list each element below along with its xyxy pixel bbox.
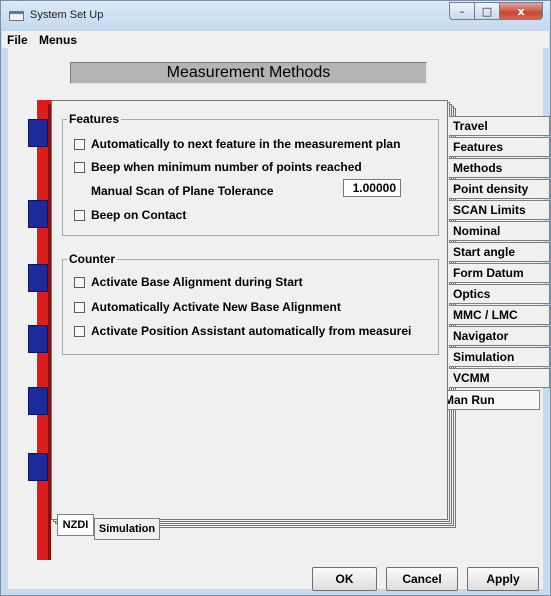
close-button[interactable]: x — [500, 2, 543, 20]
tab-form-datum[interactable]: Form Datum — [449, 263, 550, 283]
binder-ring-icon — [28, 387, 48, 415]
beep-contact-option[interactable]: Beep on Contact — [74, 208, 186, 222]
counter-group: Counter Activate Base Alignment during S… — [62, 252, 439, 355]
manual-scan-label: Manual Scan of Plane Tolerance — [91, 184, 274, 198]
counter-group-title: Counter — [67, 252, 117, 266]
tab-man-run[interactable]: Man Run — [439, 390, 540, 410]
manual-scan-tolerance-input[interactable]: 1.00000 — [343, 179, 401, 197]
beep-min-points-label: Beep when minimum number of points reach… — [91, 160, 362, 174]
tab-features[interactable]: Features — [449, 137, 550, 157]
tab-methods[interactable]: Methods — [449, 158, 550, 178]
minimize-button[interactable]: – — [449, 2, 475, 20]
binder-ring-icon — [28, 453, 48, 481]
beep-contact-label: Beep on Contact — [91, 208, 187, 222]
auto-new-base-option[interactable]: Automatically Activate New Base Alignmen… — [74, 300, 341, 314]
binder-ring-icon — [28, 264, 48, 292]
auto-next-checkbox[interactable] — [74, 138, 85, 150]
page-title: Measurement Methods — [70, 62, 427, 84]
features-group: Features Automatically to next feature i… — [62, 112, 439, 236]
position-assistant-option[interactable]: Activate Position Assistant automaticall… — [74, 324, 429, 338]
position-assistant-checkbox[interactable] — [74, 325, 85, 337]
auto-next-option[interactable]: Automatically to next feature in the mea… — [74, 137, 400, 151]
base-align-start-checkbox[interactable] — [74, 276, 85, 288]
tab-nzdi[interactable]: NZDI — [57, 514, 94, 536]
binder-ring-icon — [28, 325, 48, 353]
features-group-title: Features — [67, 112, 122, 126]
tab-start-angle[interactable]: Start angle — [449, 242, 550, 262]
window-controls: – □ x — [449, 2, 543, 20]
tab-navigator[interactable]: Navigator — [449, 326, 550, 346]
tab-mmc-lmc[interactable]: MMC / LMC — [449, 305, 550, 325]
tab-point-density[interactable]: Point density — [449, 179, 550, 199]
binder-ring-icon — [28, 119, 48, 147]
auto-new-base-label: Automatically Activate New Base Alignmen… — [91, 300, 341, 314]
tab-simulation[interactable]: Simulation — [449, 347, 550, 367]
tab-vcmm[interactable]: VCMM — [449, 368, 550, 388]
tab-scan-limits[interactable]: SCAN Limits — [449, 200, 550, 220]
dialog-client-area: Measurement Methods Travel Features Meth… — [8, 48, 550, 591]
base-align-start-label: Activate Base Alignment during Start — [91, 275, 303, 289]
window-icon — [9, 11, 24, 21]
binder-ring-icon — [28, 200, 48, 228]
tab-travel[interactable]: Travel — [449, 116, 550, 136]
cancel-button[interactable]: Cancel — [386, 567, 458, 591]
beep-min-points-checkbox[interactable] — [74, 161, 85, 173]
apply-button[interactable]: Apply — [467, 567, 539, 591]
position-assistant-label: Activate Position Assistant automaticall… — [91, 324, 412, 338]
menu-menus[interactable]: Menus — [34, 31, 80, 47]
tab-nominal[interactable]: Nominal — [449, 221, 550, 241]
title-bar[interactable]: System Set Up – □ x — [1, 1, 550, 31]
maximize-button[interactable]: □ — [475, 2, 500, 20]
tab-simulation-bottom[interactable]: Simulation — [94, 518, 160, 540]
base-align-start-option[interactable]: Activate Base Alignment during Start — [74, 275, 303, 289]
system-setup-window: System Set Up – □ x File Menus Measureme… — [0, 0, 551, 596]
beep-contact-checkbox[interactable] — [74, 209, 85, 221]
menu-bar: File Menus — [2, 31, 549, 48]
menu-file[interactable]: File — [2, 31, 31, 47]
ok-button[interactable]: OK — [312, 567, 377, 591]
auto-next-label: Automatically to next feature in the mea… — [91, 137, 401, 151]
beep-min-points-option[interactable]: Beep when minimum number of points reach… — [74, 160, 362, 174]
settings-page: Features Automatically to next feature i… — [51, 100, 448, 520]
window-title: System Set Up — [30, 9, 104, 21]
auto-new-base-checkbox[interactable] — [74, 301, 85, 313]
tab-optics[interactable]: Optics — [449, 284, 550, 304]
